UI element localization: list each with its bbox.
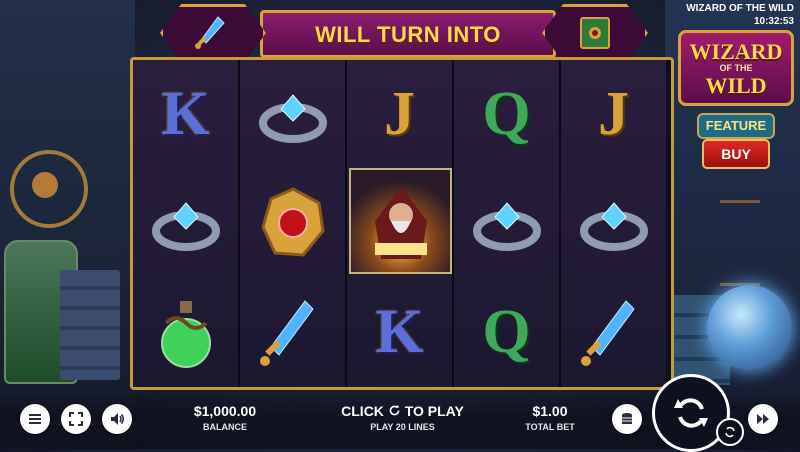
amulet-icon [260,186,325,257]
play-lines: PLAY 20 LINES [370,422,435,432]
letter-k: K [161,80,210,148]
speaker-icon [111,413,124,425]
banner-plate: WILL TURN INTO [260,10,556,58]
letter-j: J [384,80,415,148]
fast-forward-icon [757,414,769,424]
books-decoration-left [60,270,120,380]
spellbook-icon [580,17,610,49]
menu-button[interactable] [20,404,50,434]
ring-icon [258,93,327,143]
dagger-icon [195,16,225,49]
balance-block: $1,000.00 BALANCE [180,403,270,432]
turbo-button[interactable] [748,404,778,434]
symbol-ring [561,170,666,275]
symbol-amulet [240,170,345,275]
banner-text: WILL TURN INTO [315,22,501,47]
feature-label[interactable]: FEATURE [697,113,775,139]
logo-line-1: WIZARD [689,39,783,64]
reel-1: K [133,60,240,387]
buy-button[interactable]: BUY [702,139,770,169]
ring-icon [472,201,541,251]
play-suffix: TO PLAY [404,403,464,419]
symbol-wizard [349,168,452,274]
symbol-dagger [240,280,345,385]
symbol-k: K [133,62,238,167]
will-turn-into-banner: WILL TURN INTO [150,4,658,62]
reel-grid[interactable]: K J K Q Q J [130,57,674,390]
autoplay-icon [725,426,735,438]
letter-q: Q [482,80,531,148]
banner-left-symbol [160,4,266,62]
letter-k: K [375,298,424,366]
dagger-icon [259,299,314,366]
bet-value: $1.00 [532,403,568,419]
hourglass-decoration [720,200,760,286]
astrolabe-decoration [10,150,88,228]
reel-4: Q Q [454,60,561,387]
crystal-ball-decoration [707,285,792,370]
symbol-q: Q [454,280,559,385]
ring-icon [151,201,220,251]
logo-plate: WIZARD OF THE WILD [678,30,794,106]
ring-icon [579,201,648,251]
reel-5: J [561,60,666,387]
wizard-icon [374,187,427,259]
symbol-ring [133,170,238,275]
balance-label: BALANCE [203,422,247,432]
fullscreen-button[interactable] [61,404,91,434]
symbol-ring [454,170,559,275]
logo-line-2: OF THE [719,63,753,73]
symbol-j: J [561,62,666,167]
play-prefix: CLICK [341,403,384,419]
clock: 10:32:53 [753,16,794,27]
letter-j: J [598,80,629,148]
symbol-potion [133,280,238,385]
bet-block: $1.00 TOTAL BET [520,403,580,432]
symbol-k: K [347,280,452,385]
click-to-play: CLICK TO PLAY [330,403,475,419]
symbol-dagger [561,280,666,385]
dagger-icon [580,299,635,366]
game-logo: WIZARD OF THE WILD [674,28,794,108]
spin-icon [674,398,708,428]
banner-right-symbol [542,4,648,62]
bet-settings-button[interactable] [612,404,642,434]
potion-icon [160,300,211,368]
autoplay-button[interactable] [716,418,744,446]
coin-stack-icon [622,413,632,424]
bet-label: TOTAL BET [525,422,575,432]
symbol-j: J [347,62,452,167]
play-block: CLICK TO PLAY PLAY 20 LINES [330,403,475,432]
feature-buy-panel[interactable]: FEATURE BUY [697,113,775,169]
game-name: WIZARD OF THE WILD [686,3,794,14]
fullscreen-icon [69,412,83,426]
logo-line-3: WILD [705,73,767,98]
reel-2 [240,60,347,387]
spin-mini-icon [389,404,400,416]
reel-3: J K [347,60,454,387]
balance-value: $1,000.00 [193,403,257,419]
letter-q: Q [482,298,531,366]
symbol-q: Q [454,62,559,167]
symbol-ring [240,62,345,167]
hamburger-icon [29,414,41,424]
sound-button[interactable] [102,404,132,434]
